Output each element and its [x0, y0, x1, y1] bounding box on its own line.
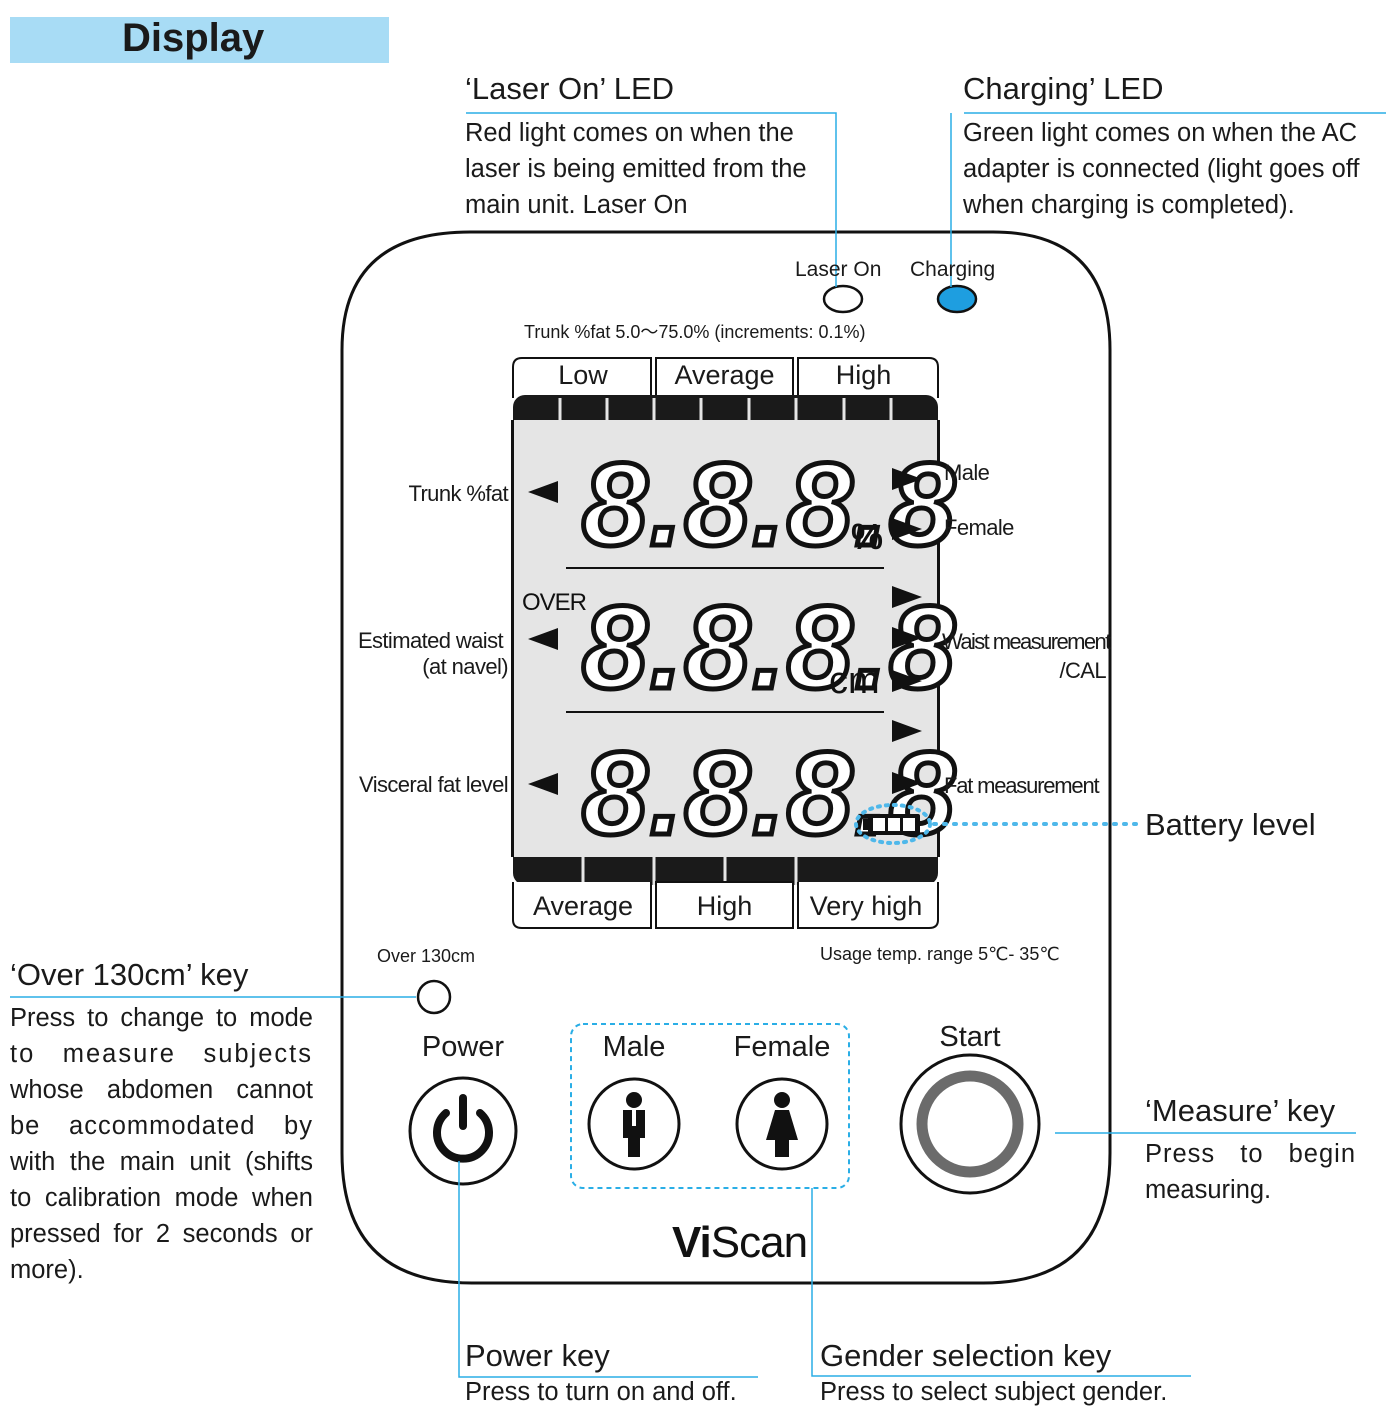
- callout-line: measuring.: [1145, 1176, 1272, 1204]
- cal-label: /CAL: [1059, 658, 1106, 683]
- callout-line: more).: [10, 1256, 84, 1284]
- over-indicator: OVER: [522, 589, 587, 616]
- charging-led-callout-title: Charging’ LED: [963, 71, 1164, 106]
- male-label: Male: [602, 1031, 666, 1063]
- power-callout-body: Press to turn on and off.: [465, 1374, 737, 1410]
- estimated-waist-sub-label: (at navel): [422, 654, 508, 679]
- digit-row-3: 8.8.8.8: [582, 728, 957, 860]
- callout-line: whose abdomen cannot: [10, 1076, 313, 1104]
- over130-label: Over 130cm: [377, 946, 476, 966]
- callout-line: to calibration mode when: [10, 1184, 313, 1212]
- estimated-waist-label: Estimated waist: [357, 628, 504, 653]
- callout-line: adapter is connected (light goes off: [963, 155, 1360, 183]
- unit-cm: cm: [829, 660, 880, 702]
- callout-line: Press to change to mode: [10, 1004, 313, 1032]
- over130-key[interactable]: [416, 979, 452, 1015]
- digit-row-1: 8.8.8.8: [582, 439, 957, 571]
- gender-callout-body: Press to select subject gender.: [820, 1374, 1167, 1410]
- waist-measurement-label: Waist measurement: [942, 629, 1111, 654]
- callout-line: be accommodated by: [10, 1112, 313, 1140]
- start-label: Start: [939, 1021, 1001, 1053]
- callout-line: to measure subjects: [10, 1040, 313, 1068]
- callout-line: Press to turn on and off.: [465, 1378, 737, 1406]
- measure-callout-body: Press to begin measuring.: [1145, 1136, 1356, 1208]
- charging-led: [936, 284, 978, 314]
- callout-line: pressed for 2 seconds or: [10, 1220, 313, 1248]
- callout-line: Red light comes on when the: [465, 119, 794, 147]
- charging-led-label: Charging: [910, 258, 996, 281]
- over130-callout-title: ‘Over 130cm’ key: [10, 957, 249, 992]
- unit-percent: %: [851, 516, 883, 557]
- lcd-screen-left-line: [511, 420, 514, 857]
- power-label: Power: [421, 1031, 505, 1063]
- laser-led: [822, 284, 864, 314]
- power-key[interactable]: [408, 1076, 518, 1186]
- callout-line: laser is being emitted from the: [465, 155, 807, 183]
- lcd-digits: 8.8.8.8 8.8.8.8 8.8.8.8: [580, 437, 958, 863]
- gender-callout-title: Gender selection key: [820, 1338, 1112, 1373]
- male-indicator-label: Male: [944, 460, 990, 485]
- usage-temp-text: Usage temp. range 5℃- 35℃: [820, 944, 1060, 964]
- range-text: Trunk %fat 5.0～75.0% (increments: 0.1%): [524, 322, 866, 342]
- callout-line: Press to select subject gender.: [820, 1378, 1168, 1406]
- battery-icon: [863, 814, 920, 835]
- female-label: Female: [733, 1031, 831, 1063]
- callout-line: Green light comes on when the AC: [963, 119, 1358, 147]
- tab-bottom-high-label: High: [696, 891, 753, 921]
- callout-line: Press to begin: [1145, 1140, 1356, 1168]
- visceral-fat-label: Visceral fat level: [359, 772, 509, 797]
- battery-callout-title: Battery level: [1145, 807, 1316, 842]
- callout-line: with the main unit (shifts: [10, 1148, 313, 1176]
- tab-bottom-average-label: Average: [532, 891, 634, 921]
- measure-callout-title: ‘Measure’ key: [1145, 1093, 1336, 1128]
- tab-top-high-label: High: [835, 360, 892, 390]
- callout-line: main unit. Laser On: [465, 191, 688, 219]
- fat-measurement-label: Fat measurement: [944, 773, 1100, 798]
- tab-top-low-label: Low: [558, 360, 608, 390]
- brand-logo: ViScan: [672, 1218, 807, 1267]
- female-indicator-label: Female: [944, 515, 1014, 540]
- power-callout-title: Power key: [465, 1338, 610, 1373]
- trunk-fat-label: Trunk %fat: [408, 481, 508, 506]
- over130-callout-body: Press to change to mode to measure subje…: [10, 1000, 313, 1288]
- tab-top-average-label: Average: [674, 360, 775, 390]
- charging-led-callout-body: Green light comes on when the AC adapter…: [963, 115, 1386, 223]
- laser-led-label: Laser On: [795, 258, 882, 281]
- laser-led-callout-body: Red light comes on when the laser is bei…: [465, 115, 835, 223]
- laser-led-callout-title: ‘Laser On’ LED: [465, 71, 675, 106]
- callout-line: when charging is completed).: [963, 191, 1295, 219]
- tab-bottom-very-high-label: Very high: [809, 891, 923, 921]
